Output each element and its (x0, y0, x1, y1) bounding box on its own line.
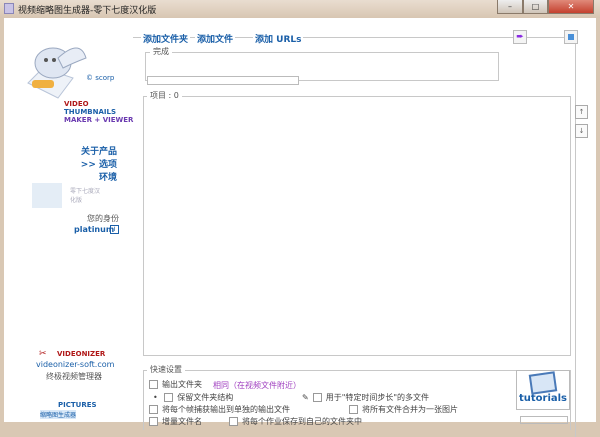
copyright-text: © scorp (86, 74, 115, 82)
keep-structure-option[interactable]: • 保留文件夹结构 (153, 392, 233, 403)
separate-output-label: 将每个帧捕获输出到单独的输出文件 (162, 405, 290, 414)
keep-structure-checkbox[interactable] (164, 393, 174, 402)
specific-step-option[interactable]: ✎ 用于"特定时间步长"的多文件 (302, 392, 429, 403)
tab-add-folder[interactable]: 添加文件夹 (141, 32, 191, 45)
logo-maker-viewer: MAKER + VIEWER (64, 116, 134, 124)
merge-all-checkbox[interactable] (349, 405, 358, 414)
watermark-icon (32, 183, 62, 208)
secondary-button[interactable] (520, 416, 568, 424)
sidebar-link-options[interactable]: >> 选项 (81, 159, 117, 172)
done-label: 完成 (150, 46, 172, 57)
quick-settings-label: 快速设置 (147, 364, 185, 375)
items-label: 项目 : 0 (147, 90, 182, 101)
title-bar: 视频缩略图生成器-零下七度汉化版 – □ ✕ (0, 0, 600, 18)
tab-add-urls[interactable]: 添加 URLs (253, 32, 304, 45)
output-folder-label: 输出文件夹 (162, 380, 202, 389)
separate-output-option[interactable]: 将每个帧捕获输出到单独的输出文件 (149, 404, 290, 415)
window-title: 视频缩略图生成器-零下七度汉化版 (18, 6, 157, 16)
output-folder-option[interactable]: 输出文件夹 (149, 379, 202, 390)
pictures-link[interactable]: 缩略图生成器 (40, 410, 77, 419)
logo-thumbnails: THUMBNAILS (64, 108, 117, 116)
tutorials-icon (528, 371, 558, 395)
videonizer-link[interactable]: videonizer-soft.com (36, 360, 114, 369)
output-folder-link[interactable]: 相同（在视频文件附近） (213, 380, 301, 391)
separate-output-checkbox[interactable] (149, 405, 158, 414)
import-arrow-icon[interactable]: ➨ (513, 30, 527, 44)
watermark-text: 零下七度汉化版 (70, 188, 101, 204)
specific-step-checkbox[interactable] (312, 393, 322, 402)
tutorials-button[interactable]: tutorials (516, 370, 570, 410)
pencil-icon[interactable]: ✎ (302, 393, 309, 402)
items-list[interactable]: 项目 : 0 (143, 90, 571, 356)
logo-video: VIDEO (64, 100, 89, 108)
progress-bar (147, 76, 299, 85)
app-icon (4, 3, 14, 14)
tutorials-label: tutorials (518, 393, 568, 404)
maximize-button[interactable]: □ (523, 0, 548, 14)
identity-value: platinum (74, 225, 115, 234)
sidebar-link-about[interactable]: 关于产品 (81, 146, 117, 159)
pictures-brand: PICTURES (58, 401, 97, 409)
move-down-button[interactable]: ↓ (575, 124, 588, 138)
keep-structure-label: 保留文件夹结构 (177, 393, 234, 402)
minimize-button[interactable]: – (497, 0, 523, 14)
videonizer-brand: VIDEONIZER (57, 350, 106, 358)
move-up-button[interactable]: ↑ (575, 105, 588, 119)
view-toggle-icon[interactable] (564, 30, 578, 44)
owl-logo-icon (18, 38, 88, 108)
merge-all-label: 将所有文件合并为一张图片 (362, 405, 458, 414)
info-icon[interactable]: i (110, 225, 119, 234)
videonizer-logo-icon: ✂ (39, 349, 47, 359)
sidebar-link-environment[interactable]: 环境 (81, 172, 117, 185)
merge-all-option[interactable]: 将所有文件合并为一张图片 (349, 404, 458, 415)
main-window: © scorp VIDEO THUMBNAILS MAKER + VIEWER … (4, 18, 596, 437)
output-folder-checkbox[interactable] (149, 380, 158, 389)
tab-add-files[interactable]: 添加文件 (195, 32, 236, 45)
specific-step-label: 用于"特定时间步长"的多文件 (325, 393, 430, 402)
identity-label: 您的身份 (87, 214, 119, 223)
close-button[interactable]: ✕ (548, 0, 594, 14)
videonizer-desc: 终极视频管理器 (46, 372, 102, 381)
